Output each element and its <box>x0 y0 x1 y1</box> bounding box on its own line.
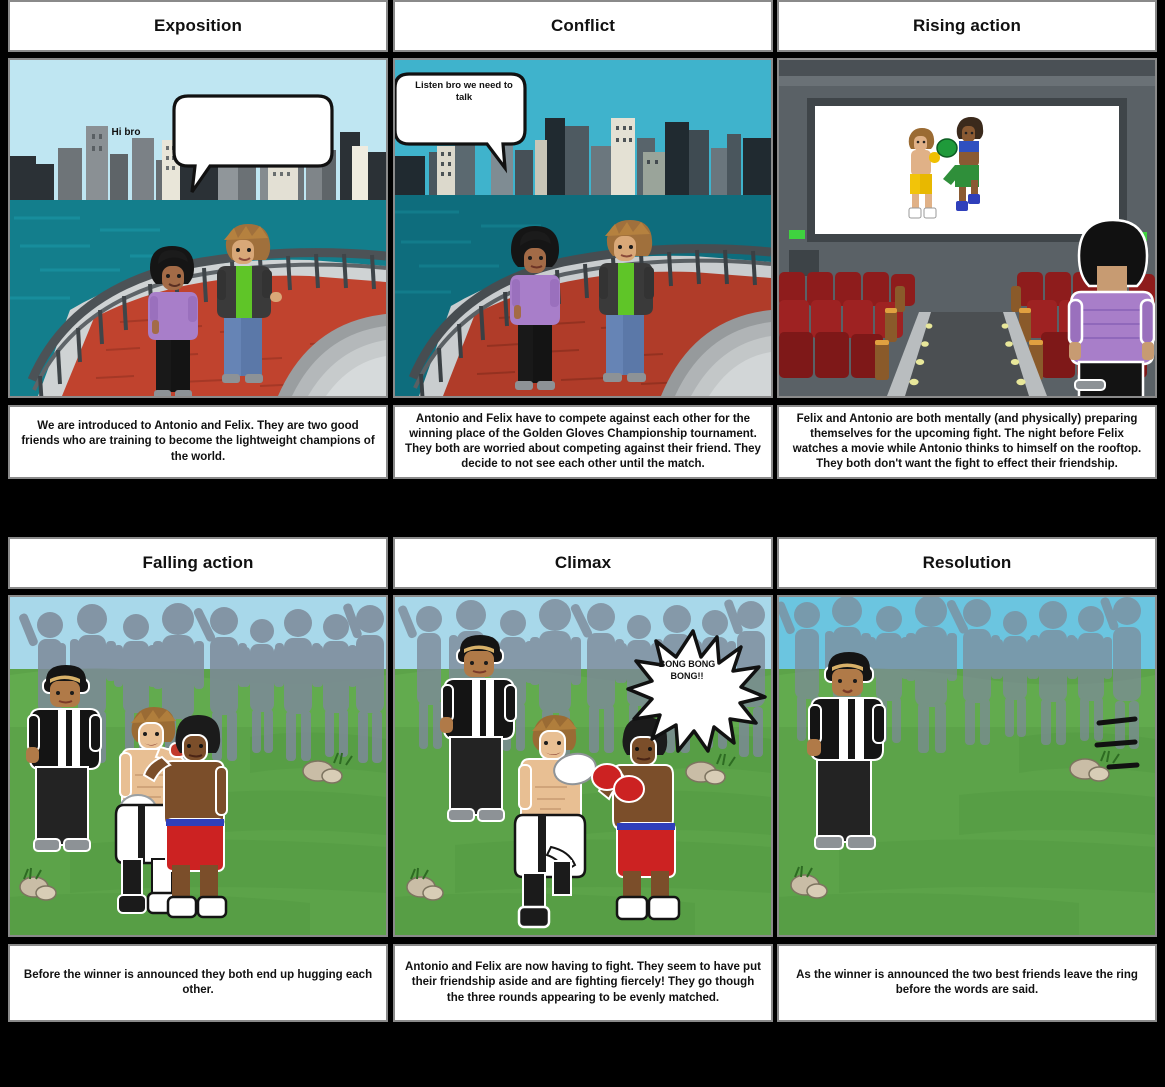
cell-title: Exposition <box>154 16 242 35</box>
storyboard-cell-exposition[interactable]: Exposition Hi bro We are introduced to A… <box>8 0 388 479</box>
cell-title-card[interactable]: Conflict <box>393 0 773 52</box>
cell-title: Rising action <box>912 16 1022 35</box>
cell-caption-card[interactable]: Antonio and Felix are now having to figh… <box>393 944 773 1022</box>
cell-artwork-panel[interactable]: BONG BONG BONG!! <box>393 595 773 937</box>
speech-bubble-text: Hi bro <box>111 127 141 138</box>
waterfront-dusk-scene <box>395 60 771 396</box>
cell-caption: Antonio and Felix are now having to figh… <box>405 961 761 1004</box>
ceiling-trim <box>779 76 1155 86</box>
cell-caption: We are introduced to Antonio and Felix. … <box>21 420 375 463</box>
storyboard-cell-falling-action[interactable]: Falling action Before the winner is anno… <box>8 537 388 1022</box>
cell-caption: As the winner is announced the two best … <box>796 968 1138 996</box>
storyboard-row-2: Falling action Before the winner is anno… <box>0 537 1165 1087</box>
field-fight-scene <box>395 597 771 935</box>
cell-title-card[interactable]: Rising action <box>777 0 1157 52</box>
cell-caption: Felix and Antonio are both mentally (and… <box>792 412 1142 471</box>
ceiling-band <box>779 60 1155 76</box>
cell-caption-card[interactable]: We are introduced to Antonio and Felix. … <box>8 405 388 479</box>
waterfront-day-scene <box>10 60 386 396</box>
field-empty-scene <box>779 597 1155 935</box>
storyboard-cell-conflict[interactable]: Conflict Listen bro we need to talk Anto… <box>393 0 773 479</box>
cell-title: Conflict <box>550 16 616 35</box>
cell-artwork-panel[interactable] <box>777 595 1157 937</box>
character-antonio-back-view <box>1067 218 1155 396</box>
cell-artwork-panel[interactable]: Listen bro we need to talk <box>393 58 773 398</box>
burst-bubble-text: BONG BONG BONG!! <box>658 659 716 681</box>
storyboard-board: Exposition Hi bro We are introduced to A… <box>0 0 1165 1087</box>
cell-title-card[interactable]: Resolution <box>777 537 1157 589</box>
cell-title-card[interactable]: Falling action <box>8 537 388 589</box>
exit-light-left <box>789 230 805 239</box>
storyboard-cell-resolution[interactable]: Resolution As the winner is announced th… <box>777 537 1157 1022</box>
speech-bubble-text: Listen bro we need to talk <box>415 80 513 103</box>
cell-title: Climax <box>554 553 612 572</box>
field-hug-scene <box>10 597 386 935</box>
cell-title-card[interactable]: Climax <box>393 537 773 589</box>
cell-caption-card[interactable]: As the winner is announced the two best … <box>777 944 1157 1022</box>
cell-caption: Antonio and Felix have to compete agains… <box>405 412 761 471</box>
cell-caption-card[interactable]: Antonio and Felix have to compete agains… <box>393 405 773 479</box>
cell-caption: Before the winner is announced they both… <box>23 968 373 996</box>
cell-artwork-panel[interactable] <box>777 58 1157 398</box>
cinema-scene <box>779 60 1155 396</box>
storyboard-cell-climax[interactable]: Climax BONG BONG BONG!! Antonio and Feli… <box>393 537 773 1022</box>
cell-title-card[interactable]: Exposition <box>8 0 388 52</box>
cell-title: Falling action <box>142 553 254 572</box>
storyboard-row-1: Exposition Hi bro We are introduced to A… <box>0 0 1165 520</box>
cell-artwork-panel[interactable]: Hi bro <box>8 58 388 398</box>
cell-caption-card[interactable]: Felix and Antonio are both mentally (and… <box>777 405 1157 479</box>
cell-caption-card[interactable]: Before the winner is announced they both… <box>8 944 388 1022</box>
storyboard-cell-rising-action[interactable]: Rising action Felix and Antonio are both… <box>777 0 1157 479</box>
cell-artwork-panel[interactable] <box>8 595 388 937</box>
cell-title: Resolution <box>922 553 1012 572</box>
